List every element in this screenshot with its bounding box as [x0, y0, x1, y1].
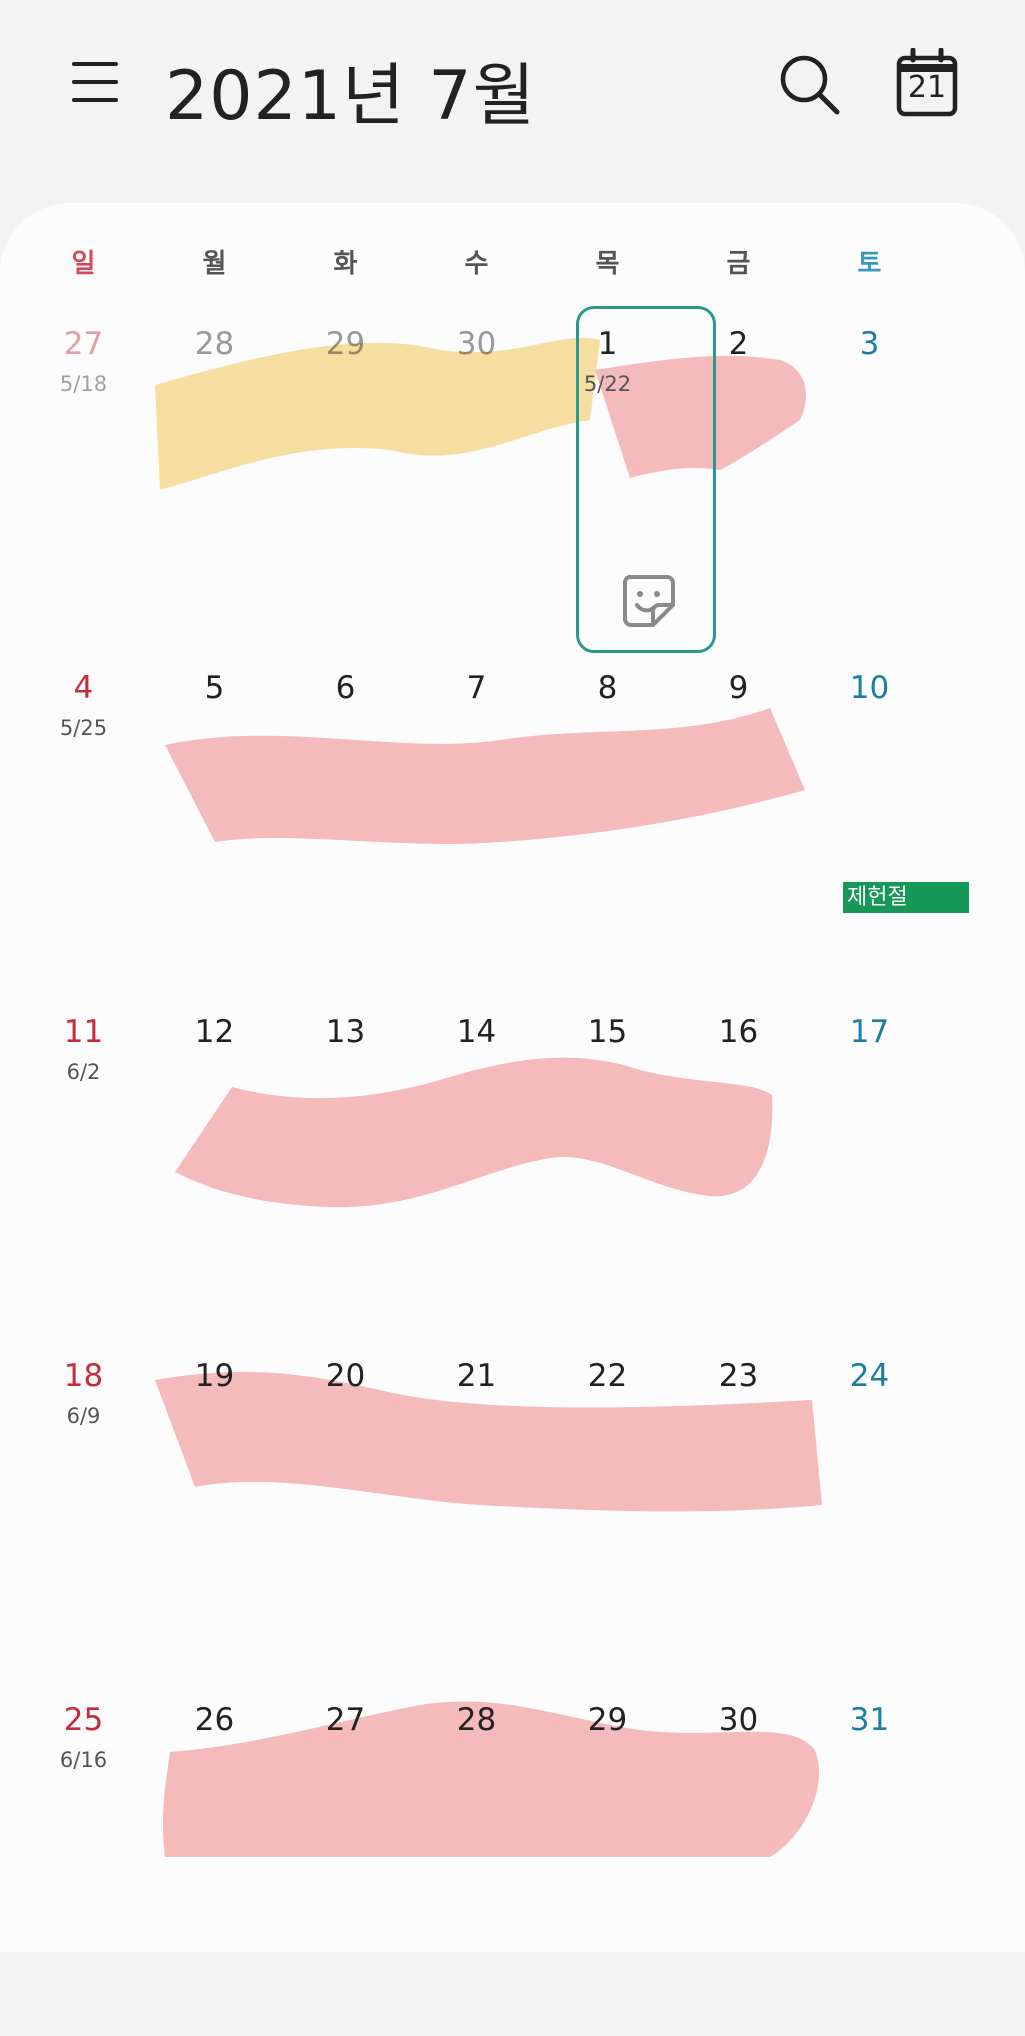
week-row-2: 4 5/25 5 6 7 8 9 10	[0, 660, 1025, 1004]
weekday-thu: 목	[595, 249, 620, 279]
weekday-tue: 화	[333, 249, 358, 279]
day-cell[interactable]: 8	[542, 660, 673, 990]
day-number: 21	[456, 1358, 497, 1394]
day-cell[interactable]: 19	[149, 1348, 280, 1678]
day-number: 22	[587, 1358, 628, 1394]
lunar-date: 6/16	[59, 1748, 108, 1772]
lunar-date: 5/22	[583, 372, 632, 396]
week-row-1: 27 5/18 28 29 30 1 5/22 2 3	[0, 316, 1025, 660]
day-number: 18	[63, 1358, 104, 1394]
day-number: 28	[456, 1702, 497, 1738]
weekday-sat: 토	[857, 249, 882, 279]
day-cell[interactable]: 15	[542, 1004, 673, 1334]
day-cell[interactable]: 30	[673, 1692, 804, 2022]
menu-button[interactable]	[70, 60, 122, 104]
today-date: 21	[907, 70, 947, 105]
day-number: 30	[456, 326, 497, 362]
day-number: 29	[325, 326, 366, 362]
day-cell[interactable]: 17	[804, 1004, 935, 1334]
day-number: 5	[204, 670, 225, 706]
day-number: 27	[325, 1702, 366, 1738]
day-cell[interactable]: 23	[673, 1348, 804, 1678]
lunar-date: 6/2	[66, 1060, 101, 1084]
day-cell[interactable]: 16	[673, 1004, 804, 1334]
day-cell[interactable]: 29	[280, 316, 411, 646]
day-number: 16	[718, 1014, 759, 1050]
day-number: 23	[718, 1358, 759, 1394]
day-number: 9	[728, 670, 749, 706]
day-number: 4	[73, 670, 94, 706]
day-number: 27	[63, 326, 104, 362]
week-row-5: 25 6/16 26 27 28 29 30 31	[0, 1692, 1025, 2036]
day-cell[interactable]: 25 6/16	[18, 1692, 149, 2022]
day-cell[interactable]: 22	[542, 1348, 673, 1678]
day-number: 10	[849, 670, 890, 706]
day-number: 26	[194, 1702, 235, 1738]
day-number: 8	[597, 670, 618, 706]
day-cell[interactable]: 27 5/18	[18, 316, 149, 646]
today-button[interactable]: 21	[895, 48, 959, 118]
day-cell[interactable]: 11 6/2	[18, 1004, 149, 1334]
search-icon	[780, 55, 840, 115]
day-number: 25	[63, 1702, 104, 1738]
day-number: 12	[194, 1014, 235, 1050]
weekday-wed: 수	[464, 249, 489, 279]
day-cell[interactable]: 24	[804, 1348, 935, 1678]
day-cell[interactable]: 5	[149, 660, 280, 990]
day-number: 6	[335, 670, 356, 706]
day-cell[interactable]: 21	[411, 1348, 542, 1678]
weekday-header: 일 월 화 수 목 금 토	[0, 243, 1025, 293]
day-cell[interactable]: 31	[804, 1692, 935, 2022]
day-number: 2	[728, 326, 749, 362]
day-cell[interactable]: 14	[411, 1004, 542, 1334]
day-cell[interactable]: 3	[804, 316, 935, 646]
weekday-mon: 월	[202, 249, 227, 279]
day-number: 14	[456, 1014, 497, 1050]
weekday-sun: 일	[71, 249, 96, 279]
week-row-3: 11 6/2 12 13 14 15 16 17	[0, 1004, 1025, 1348]
day-number: 13	[325, 1014, 366, 1050]
day-cell[interactable]: 30	[411, 316, 542, 646]
day-cell[interactable]: 20	[280, 1348, 411, 1678]
day-cell[interactable]: 28	[149, 316, 280, 646]
day-cell[interactable]: 12	[149, 1004, 280, 1334]
day-cell[interactable]: 28	[411, 1692, 542, 2022]
day-cell[interactable]: 29	[542, 1692, 673, 2022]
day-number: 24	[849, 1358, 890, 1394]
day-cell[interactable]: 18 6/9	[18, 1348, 149, 1678]
day-number: 20	[325, 1358, 366, 1394]
day-cell[interactable]: 4 5/25	[18, 660, 149, 990]
app-header: 2021년 7월 21	[0, 0, 1025, 200]
day-number: 17	[849, 1014, 890, 1050]
day-cell[interactable]: 13	[280, 1004, 411, 1334]
week-row-4: 18 6/9 19 20 21 22 23 24	[0, 1348, 1025, 1692]
day-number: 28	[194, 326, 235, 362]
lunar-date: 5/18	[59, 372, 108, 396]
lunar-date: 6/9	[66, 1404, 101, 1428]
day-number: 31	[849, 1702, 890, 1738]
day-number: 29	[587, 1702, 628, 1738]
holiday-event[interactable]: 제헌절	[843, 882, 969, 913]
day-number: 3	[859, 326, 880, 362]
day-cell[interactable]: 2	[673, 316, 804, 646]
day-cell[interactable]: 10	[804, 660, 935, 990]
day-cell[interactable]: 26	[149, 1692, 280, 2022]
weekday-fri: 금	[726, 249, 751, 279]
day-number: 15	[587, 1014, 628, 1050]
day-cell[interactable]: 27	[280, 1692, 411, 2022]
day-cell-selected[interactable]: 1 5/22	[542, 316, 673, 646]
day-number: 30	[718, 1702, 759, 1738]
lunar-date: 5/25	[59, 716, 108, 740]
day-cell[interactable]: 7	[411, 660, 542, 990]
day-cell[interactable]: 6	[280, 660, 411, 990]
search-button[interactable]	[775, 50, 845, 120]
day-cell[interactable]: 9	[673, 660, 804, 990]
day-number: 7	[466, 670, 487, 706]
day-number: 1	[597, 326, 618, 362]
month-title[interactable]: 2021년 7월	[165, 40, 536, 139]
day-number: 11	[63, 1014, 104, 1050]
day-number: 19	[194, 1358, 235, 1394]
